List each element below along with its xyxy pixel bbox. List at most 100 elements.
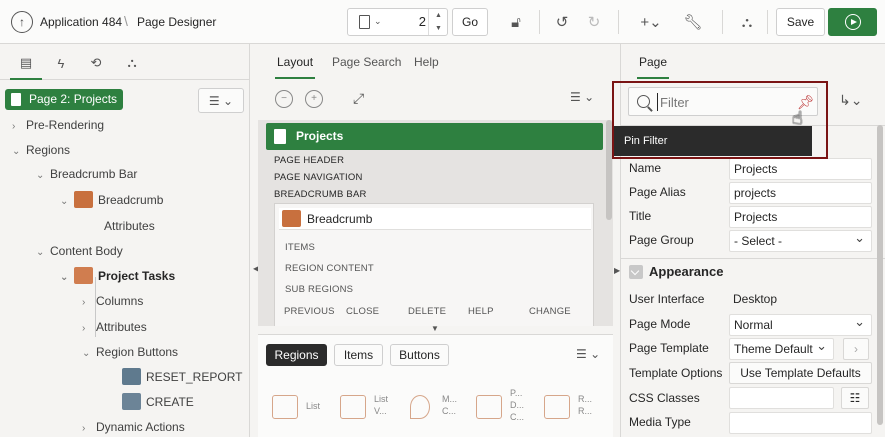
tab-page-search[interactable]: Page Search: [332, 55, 401, 69]
chevron-down-icon[interactable]: ⌄: [82, 343, 96, 365]
chevron-right-icon[interactable]: ›: [82, 318, 96, 340]
chevron-down-icon[interactable]: ⌄: [36, 242, 50, 264]
tree-node-pre-rendering[interactable]: › Pre-Rendering: [12, 114, 104, 136]
tree-node-region-buttons[interactable]: ⌄ Region Buttons: [82, 341, 178, 363]
zoom-out-icon[interactable]: −: [275, 90, 293, 108]
chevron-down-icon[interactable]: [629, 264, 643, 279]
filter-input[interactable]: [657, 93, 787, 111]
dynamic-actions-tab-icon[interactable]: ϟ: [51, 53, 71, 73]
tree-label: Breadcrumb: [98, 193, 164, 207]
chevron-right-icon[interactable]: ›: [843, 338, 869, 360]
tree-menu-button[interactable]: ☰ ⌄: [198, 88, 244, 113]
gallery-item-label[interactable]: List: [306, 400, 320, 412]
chevron-right-icon[interactable]: ›: [82, 418, 96, 437]
left-tabs: ▤ ϟ ⟲ ⛬: [0, 44, 249, 80]
go-to-group-icon[interactable]: ↳⌄: [839, 92, 862, 109]
appearance-section-header[interactable]: Appearance: [629, 264, 723, 280]
shared-components-tab-icon[interactable]: ⛬: [122, 53, 142, 73]
gallery-item-label[interactable]: List V...: [374, 393, 388, 417]
tree-node-breadcrumb-bar[interactable]: ⌄ Breadcrumb Bar: [36, 163, 137, 185]
page-alias-field[interactable]: projects: [729, 182, 872, 204]
processing-tab-icon[interactable]: ⟲: [86, 53, 106, 73]
media-type-field[interactable]: [729, 412, 872, 434]
gallery-tab-items[interactable]: Items: [334, 344, 383, 366]
breadcrumb-region-header[interactable]: Breadcrumb: [279, 208, 591, 230]
page-node[interactable]: Page 2: Projects: [5, 89, 124, 110]
tree-node-regions[interactable]: ⌄ Regions: [12, 139, 70, 161]
chevron-down-icon[interactable]: ⌄: [374, 16, 382, 27]
arrow-up-icon[interactable]: ↑: [11, 11, 33, 33]
gallery-tab-buttons[interactable]: Buttons: [390, 344, 449, 366]
top-toolbar: ↑ Application 484 \ Page Designer ⌄ 2 ▲ …: [0, 0, 885, 44]
list-region-icon[interactable]: [272, 395, 298, 419]
name-field[interactable]: Projects: [729, 158, 872, 180]
property-scrollbar[interactable]: [877, 125, 883, 425]
label-user-interface: User Interface: [629, 292, 705, 306]
layout-menu-icon[interactable]: ☰ ⌄: [570, 90, 594, 104]
tab-help[interactable]: Help: [414, 55, 439, 69]
page-number-input[interactable]: 2: [396, 14, 426, 29]
css-classes-field[interactable]: [729, 387, 834, 409]
tree-node-attributes-2[interactable]: › Attributes: [82, 316, 147, 338]
tree-node-attributes[interactable]: Attributes: [104, 215, 155, 237]
page-number-spinner[interactable]: ▲ ▼: [428, 9, 448, 35]
chevron-right-icon[interactable]: ›: [12, 116, 26, 138]
application-link[interactable]: Application 484: [40, 15, 122, 29]
run-button[interactable]: [828, 8, 877, 36]
shared-components-icon[interactable]: ⛬: [737, 12, 757, 32]
list-view-region-icon[interactable]: [340, 395, 366, 419]
position-items: ITEMS: [285, 242, 316, 253]
chevron-down-icon[interactable]: ⌄: [60, 267, 74, 289]
gallery-tab-regions[interactable]: Regions: [266, 344, 327, 366]
tree-node-columns[interactable]: › Columns: [82, 290, 143, 312]
canvas-scrollbar[interactable]: [606, 120, 612, 220]
create-menu-icon[interactable]: +⌄: [636, 12, 666, 32]
title-field[interactable]: Projects: [729, 206, 872, 228]
zoom-in-icon[interactable]: +: [305, 90, 323, 108]
page-group-value: - Select -: [734, 234, 783, 248]
tab-page[interactable]: Page: [636, 55, 670, 79]
page-template-value: Theme Default: [734, 342, 813, 356]
gallery-item-label[interactable]: M... C...: [442, 393, 457, 417]
page-region-header[interactable]: Projects: [266, 123, 603, 150]
page-group-select[interactable]: - Select -: [729, 228, 872, 252]
list-picker-icon[interactable]: ☷: [841, 387, 869, 409]
gallery-item-label[interactable]: P... D... C...: [510, 387, 524, 423]
page-icon: [11, 93, 21, 106]
map-region-icon[interactable]: [410, 395, 430, 419]
chevron-down-icon[interactable]: ⌄: [36, 165, 50, 187]
tree-node-content-body[interactable]: ⌄ Content Body: [36, 240, 123, 262]
tree-node-reset-report[interactable]: RESET_REPORT: [122, 366, 242, 388]
redo-icon[interactable]: ↻: [584, 12, 604, 32]
gallery-item-label[interactable]: R... R...: [578, 393, 592, 417]
page-node-label: Page 2: Projects: [29, 92, 118, 106]
chevron-down-icon[interactable]: ▼: [429, 22, 448, 35]
pin-filter-tooltip: Pin Filter: [614, 126, 812, 156]
page-template-select[interactable]: Theme Default: [729, 336, 834, 360]
tree-node-project-tasks[interactable]: ⌄ Project Tasks: [60, 265, 175, 287]
rendering-tab-icon[interactable]: ▤: [10, 53, 42, 80]
tree-node-breadcrumb[interactable]: ⌄ Breadcrumb: [60, 189, 163, 211]
gallery-panel: Regions Items Buttons ☰ ⌄ List List V...…: [258, 334, 613, 437]
expand-icon[interactable]: ⤢: [353, 90, 364, 107]
user-interface-value: Desktop: [733, 292, 778, 306]
chevron-down-icon[interactable]: ⌄: [60, 191, 74, 213]
lock-icon[interactable]: 🔓︎: [506, 12, 526, 32]
page-mode-select[interactable]: Normal: [729, 312, 872, 336]
chevron-right-icon[interactable]: ›: [82, 292, 96, 314]
chevron-up-icon[interactable]: ▲: [429, 9, 448, 22]
page-icon[interactable]: [359, 15, 370, 29]
report-region-icon[interactable]: [544, 395, 570, 419]
save-button[interactable]: Save: [776, 8, 825, 36]
undo-icon[interactable]: ↺: [552, 12, 572, 32]
pdc-region-icon[interactable]: [476, 395, 502, 419]
wrench-icon[interactable]: 🔧︎: [678, 12, 708, 32]
gallery-menu-icon[interactable]: ☰ ⌄: [576, 347, 600, 361]
tree-node-dynamic-actions[interactable]: › Dynamic Actions: [82, 416, 185, 437]
chevron-down-icon[interactable]: ⌄: [12, 141, 26, 163]
tree-node-create[interactable]: CREATE: [122, 391, 194, 413]
use-template-defaults-button[interactable]: Use Template Defaults: [729, 362, 872, 384]
resize-handle-icon[interactable]: ▼: [431, 324, 439, 333]
go-button[interactable]: Go: [452, 8, 488, 36]
tab-layout[interactable]: Layout: [274, 55, 316, 79]
